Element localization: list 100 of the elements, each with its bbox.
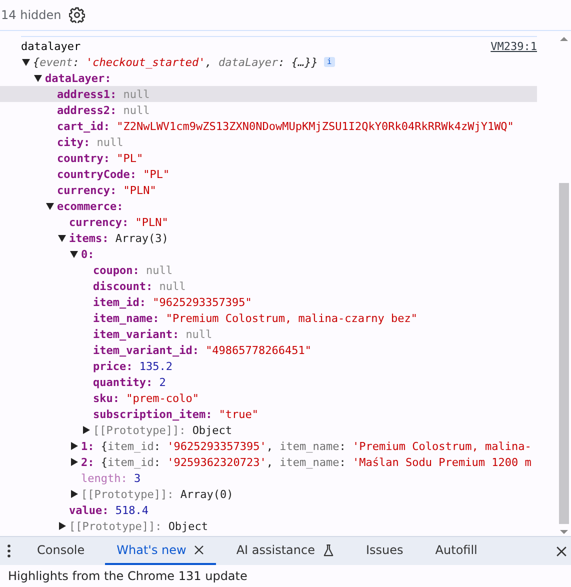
tree-row[interactable]: [[Prototype]]: Array(0)	[0, 486, 537, 502]
property-key: 0:	[81, 248, 94, 260]
property-key: quantity:	[93, 376, 153, 388]
drawer-tab[interactable]: Console	[25, 537, 97, 565]
flask-icon	[323, 544, 334, 556]
property-key: city:	[57, 136, 90, 148]
tree-row[interactable]: countryCode: "PL"	[0, 166, 537, 182]
property-value: "PLN"	[135, 216, 168, 228]
property-value: null	[123, 88, 150, 100]
expand-triangle-icon[interactable]	[71, 442, 78, 450]
tree-row[interactable]: item_variant: null	[0, 326, 537, 342]
tree-row[interactable]: ecommerce:	[0, 198, 537, 214]
property-value: {item_id: '9625293357395', item_name: 'Premium Colostrum, malina-	[100, 440, 532, 452]
expand-triangle-icon[interactable]	[83, 426, 90, 434]
expand-triangle-icon[interactable]	[71, 490, 78, 498]
collapse-triangle-icon[interactable]	[46, 202, 54, 210]
property-key: price:	[93, 360, 133, 372]
scroll-up-icon[interactable]	[560, 37, 568, 41]
tree-row[interactable]: item_id: "9625293357395"	[0, 294, 537, 310]
tree-row[interactable]: [[Prototype]]: Object	[0, 422, 537, 438]
property-key: currency:	[57, 184, 117, 196]
tree-row[interactable]: value: 518.4	[0, 502, 537, 518]
tree-row[interactable]: sku: "prem-colo"	[0, 390, 537, 406]
expand-triangle-icon[interactable]	[71, 458, 78, 466]
tree-row[interactable]: country: "PL"	[0, 150, 537, 166]
property-key: 2:	[81, 456, 94, 468]
property-value: {item_id: '9259362320723', item_name: 'Maślan Sodu Premium 1200 m	[100, 456, 532, 468]
hidden-count: 14 hidden	[0, 8, 62, 22]
tree-row[interactable]: cart_id: "Z2NwLWV1cm9wZS13ZXN0NDowMUpKMjZSU1I2QkY0Rk04RkRRWk4zWjY1WQ"	[0, 118, 537, 134]
property-value: "Premium Colostrum, malina-czarny bez"	[166, 312, 418, 324]
property-value: null	[123, 104, 150, 116]
property-value: Array(3)	[115, 232, 168, 244]
tree-row[interactable]: currency: "PLN"	[0, 214, 537, 230]
property-value: "PL"	[116, 152, 144, 164]
more-options-icon[interactable]	[7, 544, 11, 558]
collapse-triangle-icon[interactable]	[58, 234, 66, 242]
property-value: "9625293357395"	[152, 296, 252, 308]
property-value: Array(0)	[180, 488, 234, 500]
property-value: 3	[134, 472, 141, 484]
property-value: "PL"	[143, 168, 170, 180]
tree-row[interactable]: city: null	[0, 134, 537, 150]
close-drawer-icon[interactable]	[556, 546, 567, 556]
settings-icon[interactable]	[69, 7, 86, 23]
property-key: items:	[69, 232, 109, 244]
property-value: 518.4	[115, 504, 148, 516]
close-tab-icon[interactable]	[194, 545, 204, 555]
property-key: value:	[69, 504, 109, 516]
tree-row[interactable]: item_name: "Premium Colostrum, malina-czarny bez"	[0, 310, 537, 326]
drawer-tab[interactable]: AI assistance	[224, 537, 346, 565]
drawer-tab[interactable]: Issues	[354, 537, 416, 565]
tree-row[interactable]: subscription_item: "true"	[0, 406, 537, 422]
whats-new-headline: Highlights from the Chrome 131 update	[8, 569, 248, 583]
property-key: [[Prototype]]:	[93, 424, 186, 436]
property-key: dataLayer:	[45, 72, 112, 84]
tree-row[interactable]: coupon: null	[0, 262, 537, 278]
tree-row[interactable]: length: 3	[0, 470, 537, 486]
scrollbar-thumb[interactable]	[559, 183, 569, 524]
tree-row[interactable]: item_variant_id: "49865778266451"	[0, 342, 537, 358]
property-value: null	[159, 280, 186, 292]
property-key: item_variant_id:	[93, 344, 199, 356]
property-key: sku:	[93, 392, 120, 404]
tree-row[interactable]: 2: {item_id: '9259362320723', item_name: 'Maślan Sodu Premium 1200 m	[0, 454, 537, 470]
property-value: "49865778266451"	[206, 344, 312, 356]
property-value: null	[146, 264, 172, 276]
tree-row[interactable]: price: 135.2	[0, 358, 537, 374]
tree-row[interactable]: 0:	[0, 246, 537, 262]
property-value: Object	[192, 424, 232, 436]
tree-row[interactable]: quantity: 2	[0, 374, 537, 390]
tree-row[interactable]: discount: null	[0, 278, 537, 294]
collapse-triangle-icon[interactable]	[22, 58, 30, 66]
tree-row[interactable]: address2: null	[0, 102, 537, 118]
property-key: address2:	[57, 104, 117, 116]
property-value: "prem-colo"	[126, 392, 199, 404]
log-message: datalayer	[21, 40, 81, 53]
property-key: subscription_item:	[93, 408, 212, 420]
property-value: null	[186, 328, 212, 340]
property-key: address1:	[57, 88, 117, 100]
property-key: countryCode:	[57, 168, 136, 180]
tree-row[interactable]: 1: {item_id: '9625293357395', item_name: 'Premium Colostrum, malina-	[0, 438, 537, 454]
tree-row[interactable]: address1: null	[0, 86, 537, 102]
property-value: Object	[168, 520, 208, 532]
drawer-tab[interactable]: Autofill	[423, 537, 490, 565]
property-key: country:	[57, 152, 110, 164]
tree-row[interactable]: currency: "PLN"	[0, 182, 537, 198]
collapse-triangle-icon[interactable]	[70, 250, 78, 258]
property-value: "true"	[218, 408, 259, 420]
tree-row[interactable]: items: Array(3)	[0, 230, 537, 246]
tree-row[interactable]: {event: 'checkout_started', dataLayer: {…}} i	[0, 54, 537, 70]
property-key: discount:	[93, 280, 153, 292]
info-badge[interactable]: i	[324, 57, 335, 67]
property-key: ecommerce:	[57, 200, 124, 212]
property-value: null	[96, 136, 124, 148]
property-value: 2	[159, 376, 166, 388]
property-value: "PLN"	[123, 184, 156, 196]
property-key: cart_id:	[57, 120, 110, 132]
property-key: item_id:	[93, 296, 146, 308]
property-key: [[Prototype]]:	[81, 488, 174, 500]
source-link[interactable]: VM239:1	[490, 40, 537, 53]
property-value: 135.2	[139, 360, 172, 372]
property-key: currency:	[69, 216, 129, 228]
